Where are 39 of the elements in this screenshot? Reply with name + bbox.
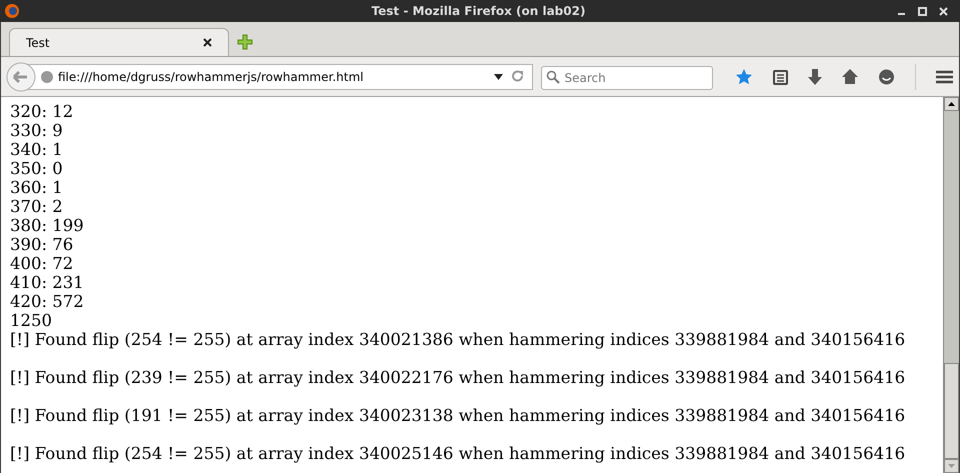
output-line: 390: 76 (10, 235, 74, 254)
menu-icon[interactable] (936, 70, 953, 84)
scrollbar-thumb[interactable] (944, 363, 959, 459)
output-line: 320: 12 (10, 102, 74, 121)
new-tab-button[interactable] (237, 34, 253, 50)
output-line: 400: 72 (10, 254, 74, 273)
output-line: 1250 (10, 311, 52, 330)
flip-message: [!] Found flip (191 != 255) at array index 340023138 when hammering indices 339881984 and 340156416 (10, 406, 906, 425)
dropdown-icon[interactable] (494, 74, 504, 80)
output-line: 340: 1 (10, 140, 63, 159)
list-icon[interactable] (773, 68, 788, 84)
maximize-button[interactable] (918, 6, 927, 16)
output-line: 410: 231 (10, 273, 84, 292)
search-field[interactable]: Search (541, 66, 713, 90)
output-line: 420: 572 (10, 292, 84, 311)
browser-tab[interactable]: Test (9, 28, 229, 56)
back-icon[interactable] (6, 62, 36, 92)
url-field[interactable]: file:///home/dgruss/rowhammerjs/rowhammer.html (7, 64, 534, 90)
browser-logo-icon (4, 3, 20, 19)
flip-message: [!] Found flip (239 != 255) at array index 340022176 when hammering indices 339881984 and 340156416 (10, 368, 906, 387)
output-line: 330: 9 (10, 121, 63, 140)
output-line: 380: 199 (10, 216, 84, 235)
close-button[interactable] (939, 6, 948, 16)
window-title: Test - Mozilla Firefox (on lab02) (372, 3, 586, 20)
download-icon[interactable] (808, 68, 822, 84)
flip-message: [!] Found flip (254 != 255) at array index 340025146 when hammering indices 339881984 and 340156416 (10, 444, 906, 463)
output-line: 350: 0 (10, 159, 63, 178)
url-text: file:///home/dgruss/rowhammerjs/rowhammer.html (58, 68, 364, 86)
smiley-icon[interactable] (878, 68, 895, 84)
flip-message: [!] Found flip (254 != 255) at array index 340021386 when hammering indices 339881984 and 340156416 (10, 330, 906, 349)
output-line: 360: 1 (10, 178, 63, 197)
search-icon (546, 70, 560, 84)
scroll-up-icon[interactable] (948, 102, 955, 106)
close-icon[interactable] (203, 38, 212, 47)
output-line: 370: 2 (10, 197, 63, 216)
scrollbar[interactable] (943, 97, 959, 473)
home-icon[interactable] (842, 69, 858, 84)
reload-icon[interactable] (511, 70, 524, 83)
star-icon[interactable] (735, 68, 753, 86)
